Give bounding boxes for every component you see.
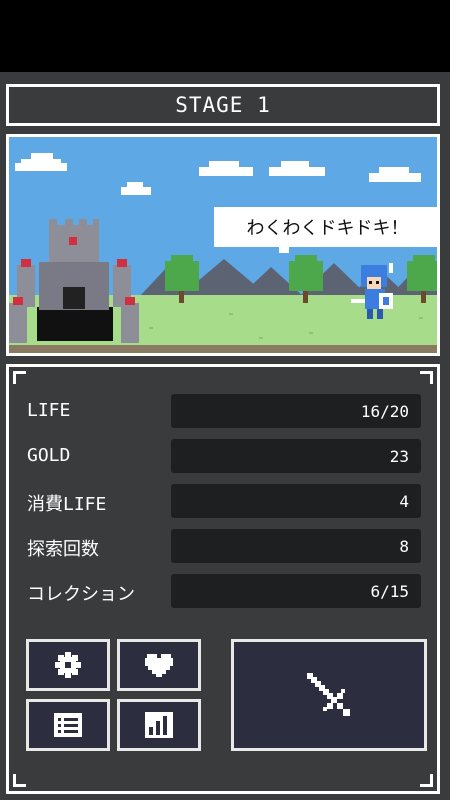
- stat-value-box: 4: [171, 484, 421, 518]
- clouds: [15, 153, 421, 195]
- stat-value-box: 23: [171, 439, 421, 473]
- scene-art: [9, 153, 437, 353]
- panel-corner: [13, 371, 26, 384]
- stat-label: GOLD: [27, 445, 71, 466]
- settings-button[interactable]: [26, 639, 110, 691]
- stat-row-collection: コレクション 6/15: [9, 574, 443, 610]
- stat-label: 探索回数: [27, 539, 99, 560]
- panel-corner: [420, 371, 433, 384]
- speech-bubble: わくわくドキドキ！: [216, 209, 437, 245]
- attack-button[interactable]: [231, 639, 427, 751]
- stat-row-gold: GOLD 23: [9, 439, 443, 475]
- list-icon: [54, 713, 82, 737]
- stat-value: 4: [399, 492, 409, 511]
- sword-icon: [307, 673, 350, 716]
- panel-corner: [420, 774, 433, 787]
- ground: [9, 345, 437, 353]
- stat-value: 6/15: [370, 582, 409, 601]
- stat-label: LIFE: [27, 400, 71, 421]
- stat-row-explore-count: 探索回数 8: [9, 529, 443, 565]
- stat-label: コレクション: [27, 584, 135, 605]
- status-panel: LIFE 16/20 GOLD 23 消費LIFE 4 探索回数 8 コレクショ…: [6, 364, 440, 794]
- stat-value-box: 8: [171, 529, 421, 563]
- panel-corner: [13, 774, 26, 787]
- battle-scene: わくわくドキドキ！: [6, 134, 440, 356]
- speech-bubble-tail: [279, 243, 289, 253]
- stage-header: STAGE 1: [6, 84, 440, 126]
- bar-chart-icon: [145, 712, 173, 738]
- stat-value-box: 6/15: [171, 574, 421, 608]
- stat-row-life-cost: 消費LIFE 4: [9, 484, 443, 520]
- stat-value: 16/20: [360, 402, 409, 421]
- stat-value-box: 16/20: [171, 394, 421, 428]
- stat-label: 消費LIFE: [27, 494, 107, 515]
- list-button[interactable]: [26, 699, 110, 751]
- stage-title: STAGE 1: [175, 93, 271, 117]
- game-screen: STAGE 1 わくわくドキドキ！ LIFE 16/20 GOLD 23 消費L…: [0, 72, 450, 800]
- stat-value: 8: [399, 537, 409, 556]
- stat-row-life: LIFE 16/20: [9, 394, 443, 430]
- heart-icon: [145, 654, 173, 677]
- heart-button[interactable]: [117, 639, 201, 691]
- stat-value: 23: [389, 447, 409, 466]
- ranking-button[interactable]: [117, 699, 201, 751]
- gear-icon: [55, 652, 81, 678]
